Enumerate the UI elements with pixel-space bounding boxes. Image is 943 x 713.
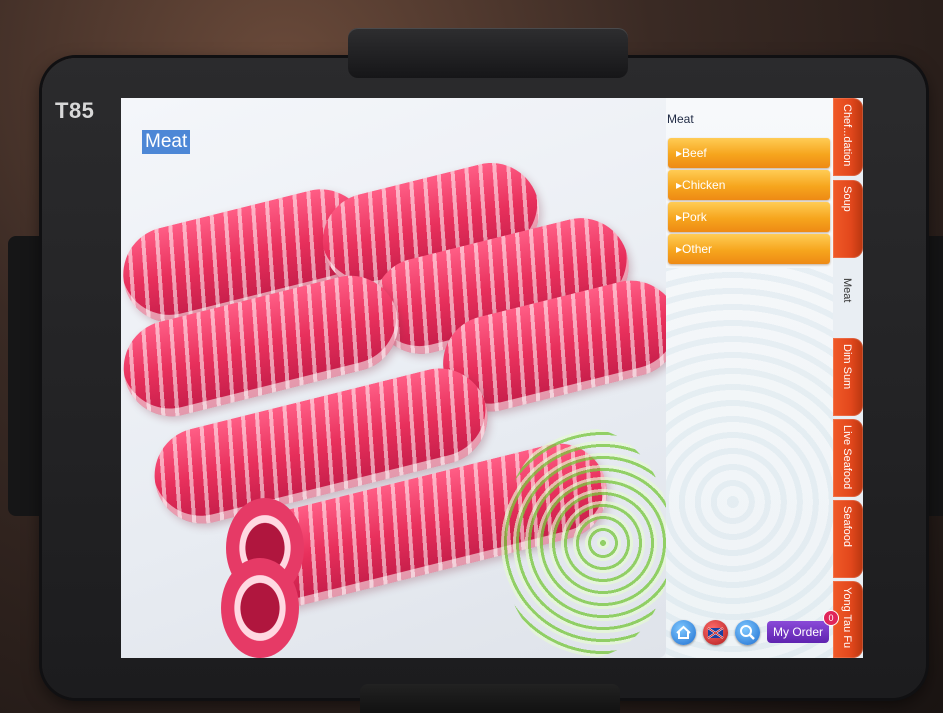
menu-title: Meat <box>667 112 694 126</box>
category-other[interactable]: ▸Other <box>668 234 830 264</box>
tab-label: Live Seafood <box>841 425 853 490</box>
language-flag-icon[interactable] <box>703 620 728 645</box>
tab-label: Meat <box>841 278 853 303</box>
dish-photo: Meat <box>121 98 666 658</box>
order-count-badge: 0 <box>823 610 839 626</box>
tab-label: Chef...dation <box>841 104 853 167</box>
meat-roll-end <box>221 558 299 658</box>
table-number-label: T85 <box>55 98 95 123</box>
my-order-button[interactable]: My Order <box>767 621 829 643</box>
stand-clamp-bottom <box>360 684 620 713</box>
stand-clamp-top <box>348 28 628 78</box>
tab-label: Seafood <box>841 506 853 547</box>
tab-meat[interactable]: Meat <box>833 272 863 332</box>
category-beef[interactable]: ▸Beef <box>668 138 830 168</box>
tab-chef-recommendation[interactable]: Chef...dation <box>833 98 863 176</box>
category-menu: Meat ▸Beef ▸Chicken ▸Pork ▸Other <box>666 98 833 658</box>
tab-soup[interactable]: Soup <box>833 180 863 258</box>
dish-category-title: Meat <box>142 130 191 154</box>
section-tabs: Chef...dation Soup Meat Dim Sum Live Sea… <box>833 98 863 658</box>
tab-seafood[interactable]: Seafood <box>833 500 863 578</box>
tab-live-seafood[interactable]: Live Seafood <box>833 419 863 497</box>
tab-label: Yong Tau Fu <box>841 587 853 649</box>
tab-label: Dim Sum <box>841 344 853 390</box>
tablet-screen: Meat Meat ▸Beef ▸Chicken ▸Pork ▸Other Ch… <box>121 98 863 658</box>
scallion-garnish <box>501 428 666 658</box>
menu-background-pattern <box>666 268 833 658</box>
search-icon[interactable] <box>735 620 760 645</box>
home-icon[interactable] <box>671 620 696 645</box>
category-chicken[interactable]: ▸Chicken <box>668 170 830 200</box>
tab-label: Soup <box>841 186 853 212</box>
category-pork[interactable]: ▸Pork <box>668 202 830 232</box>
tab-dim-sum[interactable]: Dim Sum <box>833 338 863 416</box>
